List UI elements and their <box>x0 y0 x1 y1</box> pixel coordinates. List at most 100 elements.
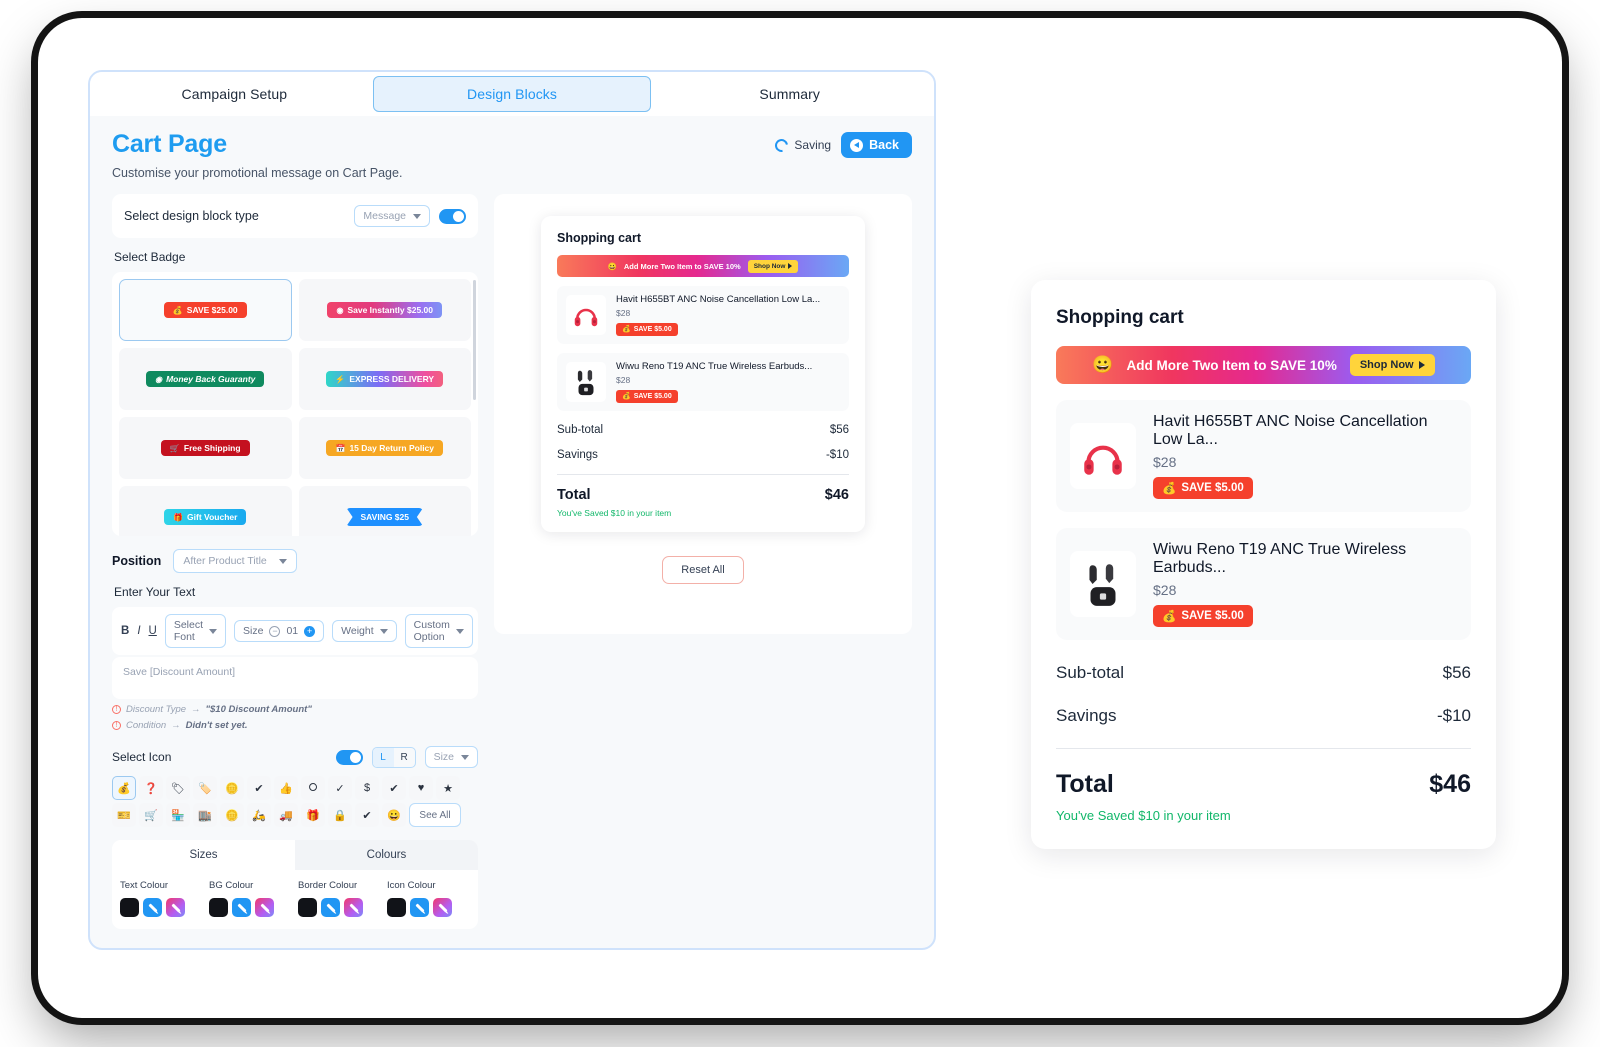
hint-discount-type: ! Discount Type → "$10 Discount Amount" <box>112 704 478 715</box>
colour-swatch-black[interactable] <box>120 898 139 917</box>
badge-option[interactable]: 🎁 Gift Voucher <box>119 486 292 536</box>
verified-icon[interactable]: ✔ <box>382 776 406 800</box>
money-bag-icon[interactable]: 💰 <box>112 776 136 800</box>
custom-option-value: Custom Option <box>413 619 450 643</box>
cart-item[interactable]: Havit H655BT ANC Noise Cancellation Low … <box>1056 400 1471 512</box>
divider <box>1056 748 1471 749</box>
reset-wrapper: Reset All <box>494 556 912 584</box>
hint-condition-label: Condition <box>126 720 167 731</box>
colour-swatch-blue[interactable] <box>410 898 429 917</box>
design-block-type-select[interactable]: Message <box>354 205 430 227</box>
size-increase-icon[interactable]: + <box>304 625 316 637</box>
cart-item-info: Wiwu Reno T19 ANC True Wireless Earbuds.… <box>1153 541 1457 627</box>
badge-option[interactable]: 📅 15 Day Return Policy <box>298 417 471 479</box>
weight-select[interactable]: Weight <box>332 620 397 642</box>
question-circle-icon[interactable]: ❓ <box>139 776 163 800</box>
size-decrease-icon[interactable]: − <box>269 625 281 637</box>
pen-icon <box>348 902 359 913</box>
shop-now-button[interactable]: Shop Now <box>1349 354 1435 376</box>
colour-swatch-grad[interactable] <box>255 898 274 917</box>
bold-button[interactable]: B <box>121 625 129 637</box>
see-all-button[interactable]: See All <box>409 803 461 827</box>
icon-align-left-button[interactable]: L <box>372 747 394 767</box>
back-button[interactable]: Back <box>841 132 912 158</box>
chevron-down-icon <box>209 628 218 634</box>
badge-option[interactable]: ◉ Money Back Guaranty <box>119 348 292 410</box>
badge-pill: SAVING $25 <box>346 508 423 526</box>
colour-swatch-grad[interactable] <box>166 898 185 917</box>
size-label: Size <box>243 625 264 637</box>
badge-label: 15 Day Return Policy <box>349 443 435 453</box>
tab-colours[interactable]: Colours <box>295 840 478 870</box>
promo-banner-large: 😀 Add More Two Item to SAVE 10% Shop Now <box>1056 346 1471 384</box>
italic-button[interactable]: I <box>137 625 140 637</box>
cart-item[interactable]: Havit H655BT ANC Noise Cancellation Low … <box>557 286 849 344</box>
badge-option[interactable]: SAVING $25 <box>298 486 471 536</box>
store-icon[interactable]: 🏬 <box>193 803 217 827</box>
underline-button[interactable]: U <box>149 625 157 637</box>
icon-toggle[interactable] <box>335 749 363 765</box>
badge-option[interactable]: 💰 SAVE $25.00 <box>119 279 292 341</box>
tab-sizes[interactable]: Sizes <box>112 840 295 870</box>
font-select[interactable]: Select Font <box>164 614 227 648</box>
colour-swatch-black[interactable] <box>209 898 228 917</box>
icon-size-select[interactable]: Size <box>424 746 478 768</box>
tag-icon[interactable]: 🏷️ <box>193 776 217 800</box>
star-icon[interactable]: ★ <box>436 776 460 800</box>
tab-summary[interactable]: Summary <box>651 76 928 112</box>
cart-item[interactable]: Wiwu Reno T19 ANC True Wireless Earbuds.… <box>557 353 849 411</box>
badge-scrollbar[interactable] <box>473 280 476 400</box>
icon-align-right-button[interactable]: R <box>394 748 415 767</box>
colour-columns: Text Colour BG Colour Border Colour Icon Co… <box>112 870 478 929</box>
badge-shield-icon[interactable]: 🏷 <box>166 776 190 800</box>
cart-item-info: Havit H655BT ANC Noise Cancellation Low … <box>1153 413 1457 499</box>
custom-option-select[interactable]: Custom Option <box>404 614 473 648</box>
tab-design-blocks[interactable]: Design Blocks <box>372 76 652 112</box>
shield-check-icon[interactable]: ✔ <box>355 803 379 827</box>
dollar-icon[interactable]: $ <box>355 776 379 800</box>
promo-text-input[interactable]: Save [Discount Amount] <box>112 657 478 699</box>
colour-swatch-blue[interactable] <box>232 898 251 917</box>
size-value: 01 <box>286 625 299 637</box>
ring-icon[interactable]: ⭘ <box>301 776 325 800</box>
swatch-row <box>209 898 292 917</box>
colour-swatch-grad[interactable] <box>344 898 363 917</box>
colour-swatch-blue[interactable] <box>321 898 340 917</box>
cart-arrow-icon[interactable]: 🛒 <box>139 803 163 827</box>
design-block-type-toggle[interactable] <box>439 208 466 224</box>
check-icon[interactable]: ✓ <box>328 776 352 800</box>
cart-item-price: $28 <box>616 308 631 318</box>
cart-item[interactable]: Wiwu Reno T19 ANC True Wireless Earbuds.… <box>1056 528 1471 640</box>
colour-column-label: BG Colour <box>209 880 254 891</box>
badge-option[interactable]: ⚡ EXPRESS DELIVERY <box>298 348 471 410</box>
reset-all-button[interactable]: Reset All <box>662 556 744 584</box>
coin-icon[interactable]: 🪙 <box>220 776 244 800</box>
cart-item-title: Wiwu Reno T19 ANC True Wireless Earbuds.… <box>616 361 813 372</box>
colour-swatch-grad[interactable] <box>433 898 452 917</box>
lock-icon[interactable]: 🔒 <box>328 803 352 827</box>
truck-icon[interactable]: 🚚 <box>274 803 298 827</box>
chevron-down-icon <box>379 628 388 634</box>
badge-option[interactable]: 🛒 Free Shipping <box>119 417 292 479</box>
cart-item-save-badge: 💰 SAVE $5.00 <box>616 322 678 336</box>
gift-icon[interactable]: 🎁 <box>301 803 325 827</box>
pen-icon <box>259 902 270 913</box>
tab-campaign-setup[interactable]: Campaign Setup <box>96 76 373 112</box>
colour-swatch-black[interactable] <box>298 898 317 917</box>
heart-icon[interactable]: ♥ <box>409 776 433 800</box>
thumbs-up-icon[interactable]: 👍 <box>274 776 298 800</box>
smiley-icon[interactable]: 😀 <box>382 803 406 827</box>
shop-icon[interactable]: 🏪 <box>166 803 190 827</box>
shop-now-button[interactable]: Shop Now <box>747 259 799 273</box>
delivery-person-icon[interactable]: 🛵 <box>247 803 271 827</box>
buy-tag-icon[interactable]: 🎫 <box>112 803 136 827</box>
size-stepper[interactable]: Size − 01 + <box>234 620 325 642</box>
position-select[interactable]: After Product Title <box>173 549 297 573</box>
colour-swatch-blue[interactable] <box>143 898 162 917</box>
coin-hand-icon[interactable]: 🪙 <box>220 803 244 827</box>
badge-option[interactable]: ◉ Save Instantly $25.00 <box>298 279 471 341</box>
check-badge-icon[interactable]: ✔ <box>247 776 271 800</box>
colour-swatch-black[interactable] <box>387 898 406 917</box>
money-bag-icon: 💰 <box>1162 611 1177 623</box>
product-thumbnail <box>566 362 606 402</box>
